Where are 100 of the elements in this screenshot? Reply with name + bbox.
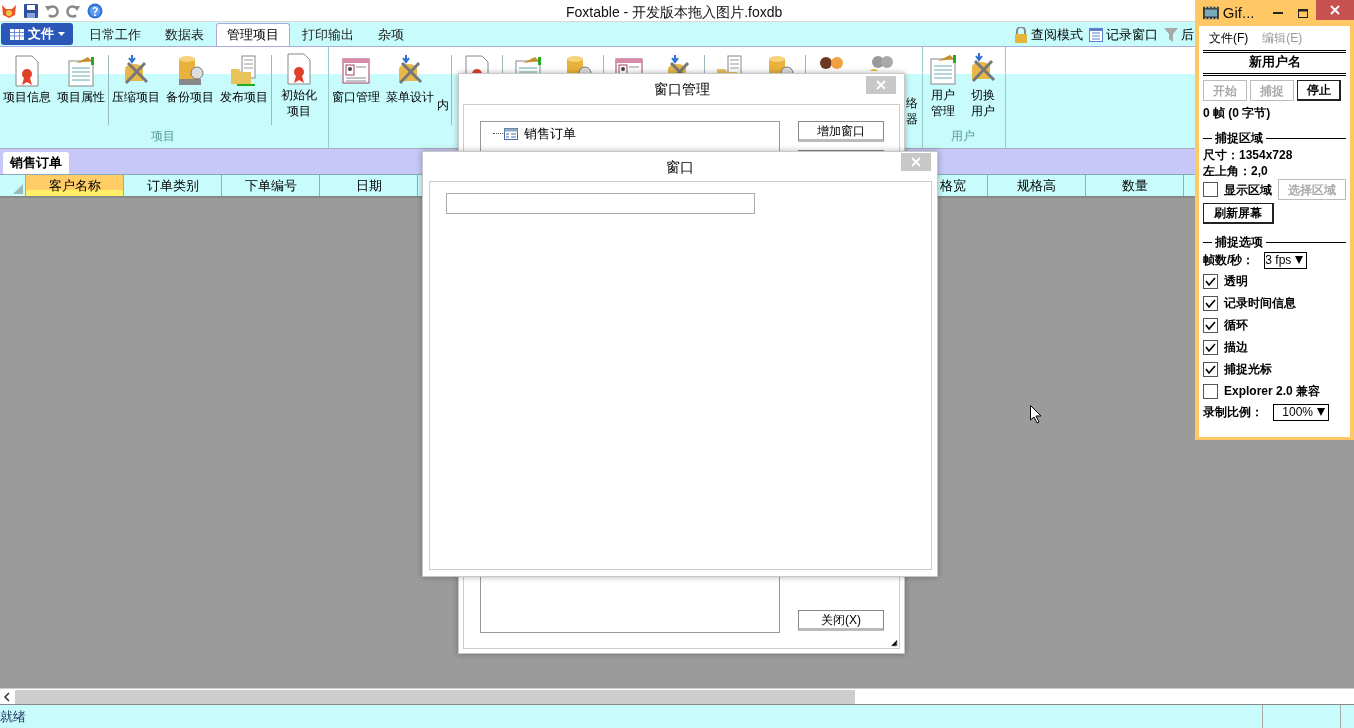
status-text: 就绪 bbox=[0, 707, 27, 726]
fox-icon bbox=[1, 2, 17, 19]
caret-icon bbox=[1295, 256, 1304, 264]
document-tab[interactable]: 销售订单 bbox=[3, 152, 69, 174]
checkbox[interactable] bbox=[1203, 317, 1218, 333]
document-icon bbox=[12, 55, 42, 87]
group-label: 用户 bbox=[951, 129, 975, 143]
film-icon bbox=[1203, 6, 1219, 20]
ribbon-tab[interactable]: 杂项 bbox=[366, 24, 416, 46]
check-icon bbox=[1205, 276, 1216, 286]
ribbon-tab[interactable]: 日常工作 bbox=[77, 24, 153, 46]
fps-label: 帧数/秒： bbox=[1203, 252, 1255, 269]
ribbon-button-label[interactable]: 内 bbox=[437, 55, 451, 125]
filter-icon bbox=[1164, 26, 1178, 43]
check-icon bbox=[1205, 298, 1216, 308]
dialog-button[interactable]: 关闭(X) bbox=[798, 610, 884, 631]
check-icon bbox=[1205, 320, 1216, 330]
close-button[interactable] bbox=[1316, 0, 1354, 20]
ribbon-button[interactable]: 备份项目 bbox=[163, 55, 217, 125]
document-icon bbox=[284, 53, 314, 85]
toolbar-button[interactable]: 后 bbox=[1164, 25, 1194, 45]
redo-icon bbox=[66, 3, 80, 18]
ribbon-tab[interactable]: 打印输出 bbox=[290, 24, 366, 46]
checkbox[interactable] bbox=[1203, 273, 1218, 289]
table-icon bbox=[504, 127, 518, 140]
check-icon bbox=[1205, 364, 1216, 374]
ribbon-button[interactable]: 项目属性 bbox=[54, 55, 108, 125]
input-field[interactable] bbox=[446, 193, 755, 214]
ribbon-button[interactable]: 初始化 项目 bbox=[272, 53, 326, 127]
scrollbar-thumb[interactable] bbox=[15, 689, 855, 704]
checkbox[interactable] bbox=[1203, 361, 1218, 377]
toolbar-button[interactable]: 查阅模式 bbox=[1014, 25, 1083, 45]
section-heading: 捕捉区域 bbox=[1215, 130, 1263, 147]
size-label: 尺寸：1354x728 bbox=[1203, 147, 1294, 162]
save-icon bbox=[24, 3, 38, 18]
close-icon bbox=[911, 157, 921, 167]
lock-icon bbox=[1014, 26, 1028, 43]
grid-icon bbox=[9, 28, 24, 40]
origin-label: 左上角：2,0 bbox=[1203, 163, 1269, 178]
scroll-left-icon bbox=[3, 691, 11, 702]
clipboard-icon bbox=[928, 53, 958, 85]
column-header[interactable]: 规格高 bbox=[988, 175, 1086, 196]
column-header[interactable]: 日期 bbox=[320, 175, 418, 196]
maximize-icon bbox=[1297, 8, 1308, 18]
column-header[interactable]: 客户名称 bbox=[26, 175, 124, 196]
clipboard-icon bbox=[66, 55, 96, 87]
column-header[interactable]: 数量 bbox=[1086, 175, 1184, 196]
caret-icon bbox=[1317, 408, 1325, 416]
refresh-button[interactable]: 刷新屏幕 bbox=[1203, 203, 1274, 224]
window-title: Gif... bbox=[1222, 2, 1256, 23]
folder-icon bbox=[229, 55, 259, 87]
checkbox-label: 循环 bbox=[1224, 317, 1248, 334]
minimize-icon bbox=[1273, 12, 1284, 14]
ribbon-button[interactable]: 窗口管理 bbox=[329, 55, 383, 125]
mouse-pointer-icon bbox=[1030, 405, 1042, 424]
check-icon bbox=[1205, 342, 1216, 352]
list-icon bbox=[1089, 27, 1103, 42]
corner-triangle-icon bbox=[13, 184, 23, 194]
checkbox[interactable] bbox=[1203, 383, 1218, 399]
ribbon-button[interactable]: 项目信息 bbox=[0, 55, 54, 125]
menu-item[interactable]: 文件(F) bbox=[1209, 29, 1249, 47]
fps-dropdown[interactable]: 3 fps bbox=[1264, 251, 1308, 269]
column-header[interactable]: 订单类别 bbox=[124, 175, 222, 196]
undo-icon bbox=[45, 3, 59, 18]
checkbox-label: 捕捉光标 bbox=[1224, 361, 1272, 378]
close-icon bbox=[1330, 5, 1341, 15]
toolbar-button[interactable]: 记录窗口 bbox=[1089, 25, 1158, 45]
ribbon-button[interactable]: 发布项目 bbox=[217, 55, 271, 125]
frame-count: 0 帧 (0 字节) bbox=[1203, 105, 1272, 120]
file-menu-button[interactable]: 文件 bbox=[1, 23, 73, 45]
ribbon-button-label[interactable]: 络 器 bbox=[906, 53, 920, 127]
ribbon-button[interactable]: 切换 用户 bbox=[963, 53, 1003, 127]
checkbox-label: 记录时间信息 bbox=[1224, 295, 1296, 312]
checkbox-label: 显示区域 bbox=[1223, 181, 1273, 199]
ribbon-tab[interactable]: 管理项目 bbox=[216, 23, 290, 46]
checkbox-label: 透明 bbox=[1224, 273, 1248, 290]
window-title: Foxtable - 开发版本拖入图片.foxdb bbox=[566, 3, 783, 22]
close-icon bbox=[876, 80, 886, 90]
checkbox[interactable] bbox=[1203, 295, 1218, 311]
checkbox-label: Explorer 2.0 兼容 bbox=[1224, 383, 1321, 400]
tree-item[interactable]: 销售订单 bbox=[481, 122, 779, 144]
dialog-title: 窗口管理 bbox=[653, 79, 710, 99]
ribbon-button[interactable]: 菜单设计 bbox=[383, 55, 437, 125]
ribbon-tab[interactable]: 数据表 bbox=[153, 24, 216, 46]
checkbox[interactable] bbox=[1203, 182, 1218, 197]
group-label: 项目 bbox=[151, 129, 175, 143]
caret-icon bbox=[57, 32, 65, 36]
ribbon-button[interactable]: 用户 管理 bbox=[923, 53, 963, 127]
user-name-label: 新用户名 bbox=[1247, 53, 1302, 71]
checkbox-label: 描边 bbox=[1224, 339, 1248, 356]
scale-label: 录制比例： bbox=[1203, 404, 1263, 421]
card-icon bbox=[341, 55, 371, 87]
capture-button[interactable]: 停止 bbox=[1297, 80, 1341, 101]
column-header[interactable]: 下单编号 bbox=[222, 175, 320, 196]
scale-dropdown[interactable]: 100% bbox=[1273, 403, 1329, 421]
dialog-button[interactable]: 增加窗口 bbox=[798, 121, 884, 142]
dialog-title: 窗口 bbox=[666, 157, 694, 177]
section-heading: 捕捉选项 bbox=[1215, 234, 1263, 251]
ribbon-button[interactable]: 压缩项目 bbox=[109, 55, 163, 125]
checkbox[interactable] bbox=[1203, 339, 1218, 355]
